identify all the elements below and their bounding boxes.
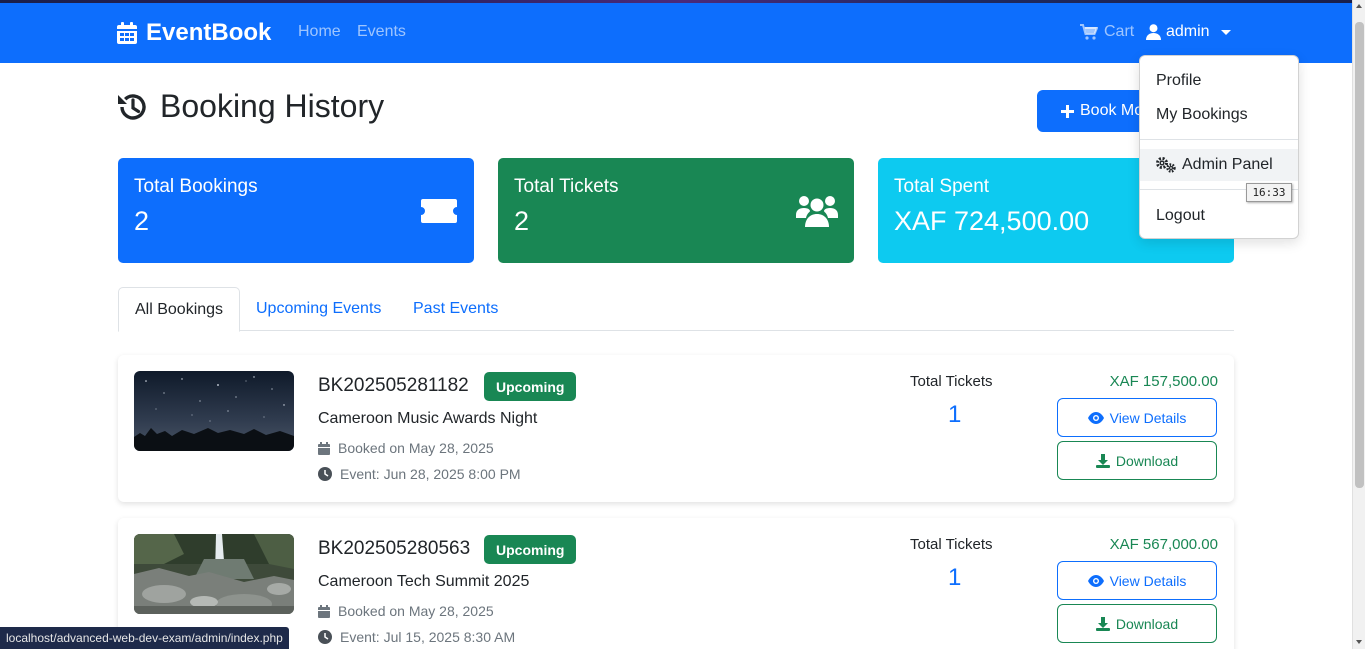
nav-home-link[interactable]: Home [298, 23, 341, 41]
dropdown-divider [1140, 139, 1298, 140]
event-thumbnail [134, 371, 294, 451]
event-name: Cameroon Tech Summit 2025 [318, 573, 530, 590]
download-button[interactable]: Download [1057, 604, 1217, 643]
brand-logo[interactable]: EventBook [116, 19, 271, 47]
tab-all-bookings[interactable]: All Bookings [118, 287, 241, 332]
users-icon [796, 196, 838, 227]
booking-reference: BK202505281182 [318, 375, 469, 396]
event-name: Cameroon Music Awards Night [318, 410, 538, 427]
clock-icon [318, 467, 332, 481]
scroll-up-arrow-icon[interactable] [1356, 4, 1362, 8]
user-icon [1146, 24, 1161, 40]
navbar: EventBook Home Events Cart admin [0, 3, 1352, 63]
dropdown-item-profile[interactable]: Profile [1140, 65, 1298, 97]
clock-icon [318, 630, 332, 644]
brand-name: EventBook [146, 19, 272, 46]
history-icon [118, 93, 146, 120]
total-tickets-value: 1 [948, 564, 962, 591]
status-badge: Upcoming [484, 535, 577, 564]
view-details-button[interactable]: View Details [1057, 398, 1217, 437]
dropdown-item-my-bookings[interactable]: My Bookings [1140, 99, 1298, 131]
booked-on-text: Booked on May 28, 2025 [338, 440, 494, 456]
plus-icon [1061, 104, 1074, 118]
nav-events-link[interactable]: Events [357, 23, 406, 41]
total-tickets-value: 1 [948, 401, 962, 428]
time-tooltip: 16:33 [1246, 183, 1292, 202]
nav-cart-link[interactable]: Cart [1080, 23, 1134, 41]
download-label: Download [1115, 615, 1179, 632]
stat-value: 2 [514, 206, 530, 236]
download-icon [1095, 616, 1110, 631]
scroll-thumb[interactable] [1355, 22, 1364, 488]
event-date-text: Event: Jun 28, 2025 8:00 PM [340, 466, 521, 482]
status-badge: Upcoming [484, 372, 577, 401]
download-icon [1095, 453, 1110, 468]
download-label: Download [1115, 452, 1179, 469]
booking-reference: BK202505280563 [318, 538, 471, 559]
event-date-text: Event: Jul 15, 2025 8:30 AM [340, 629, 516, 645]
booked-on-info: Booked on May 28, 2025 [318, 440, 494, 456]
eye-icon [1087, 411, 1104, 424]
stat-card-total-tickets: Total Tickets 2 [498, 158, 854, 263]
calendar-icon [318, 604, 330, 618]
eye-icon [1087, 574, 1104, 587]
download-button[interactable]: Download [1057, 441, 1217, 480]
link-status-bar: localhost/advanced-web-dev-exam/admin/in… [0, 627, 289, 649]
stat-value: 2 [134, 206, 150, 236]
chevron-down-icon [1220, 29, 1231, 35]
cart-icon [1080, 24, 1098, 40]
view-details-button[interactable]: View Details [1057, 561, 1217, 600]
booked-on-text: Booked on May 28, 2025 [338, 603, 494, 619]
calendar-icon [117, 22, 137, 44]
user-menu-toggle[interactable]: admin [1146, 23, 1231, 41]
dropdown-item-logout[interactable]: Logout [1140, 200, 1298, 232]
user-name: admin [1166, 23, 1210, 40]
booked-on-info: Booked on May 28, 2025 [318, 603, 494, 619]
view-details-label: View Details [1109, 572, 1187, 589]
stat-label: Total Bookings [134, 176, 258, 197]
event-thumbnail [134, 534, 294, 614]
view-details-label: View Details [1109, 409, 1187, 426]
admin-panel-label: Admin Panel [1182, 156, 1273, 173]
stat-card-total-bookings: Total Bookings 2 [118, 158, 474, 263]
ticket-icon [421, 199, 457, 223]
total-tickets-label: Total Tickets [910, 373, 993, 390]
cart-label: Cart [1104, 23, 1135, 40]
page-scrollbar[interactable] [1352, 0, 1365, 649]
page-title-text: Booking History [160, 88, 385, 124]
page-title: Booking History [116, 88, 384, 125]
scroll-down-arrow-icon[interactable] [1356, 640, 1362, 644]
booking-price: XAF 567,000.00 [1109, 536, 1218, 553]
total-tickets-label: Total Tickets [910, 536, 993, 553]
user-dropdown-menu: Profile My Bookings Admin Panel Logout [1139, 55, 1299, 239]
calendar-icon [318, 441, 330, 455]
dropdown-item-admin-panel[interactable]: Admin Panel [1140, 149, 1298, 181]
tab-past-events[interactable]: Past Events [397, 287, 514, 331]
booking-tabs: All Bookings Upcoming Events Past Events [118, 287, 1234, 332]
booking-card: BK202505281182 Upcoming Cameroon Music A… [118, 355, 1234, 502]
booking-price: XAF 157,500.00 [1109, 373, 1218, 390]
gears-icon [1156, 157, 1176, 173]
event-date-info: Event: Jun 28, 2025 8:00 PM [318, 466, 521, 482]
tab-upcoming-events[interactable]: Upcoming Events [240, 287, 397, 331]
stat-label: Total Tickets [514, 176, 619, 197]
event-date-info: Event: Jul 15, 2025 8:30 AM [318, 629, 515, 645]
